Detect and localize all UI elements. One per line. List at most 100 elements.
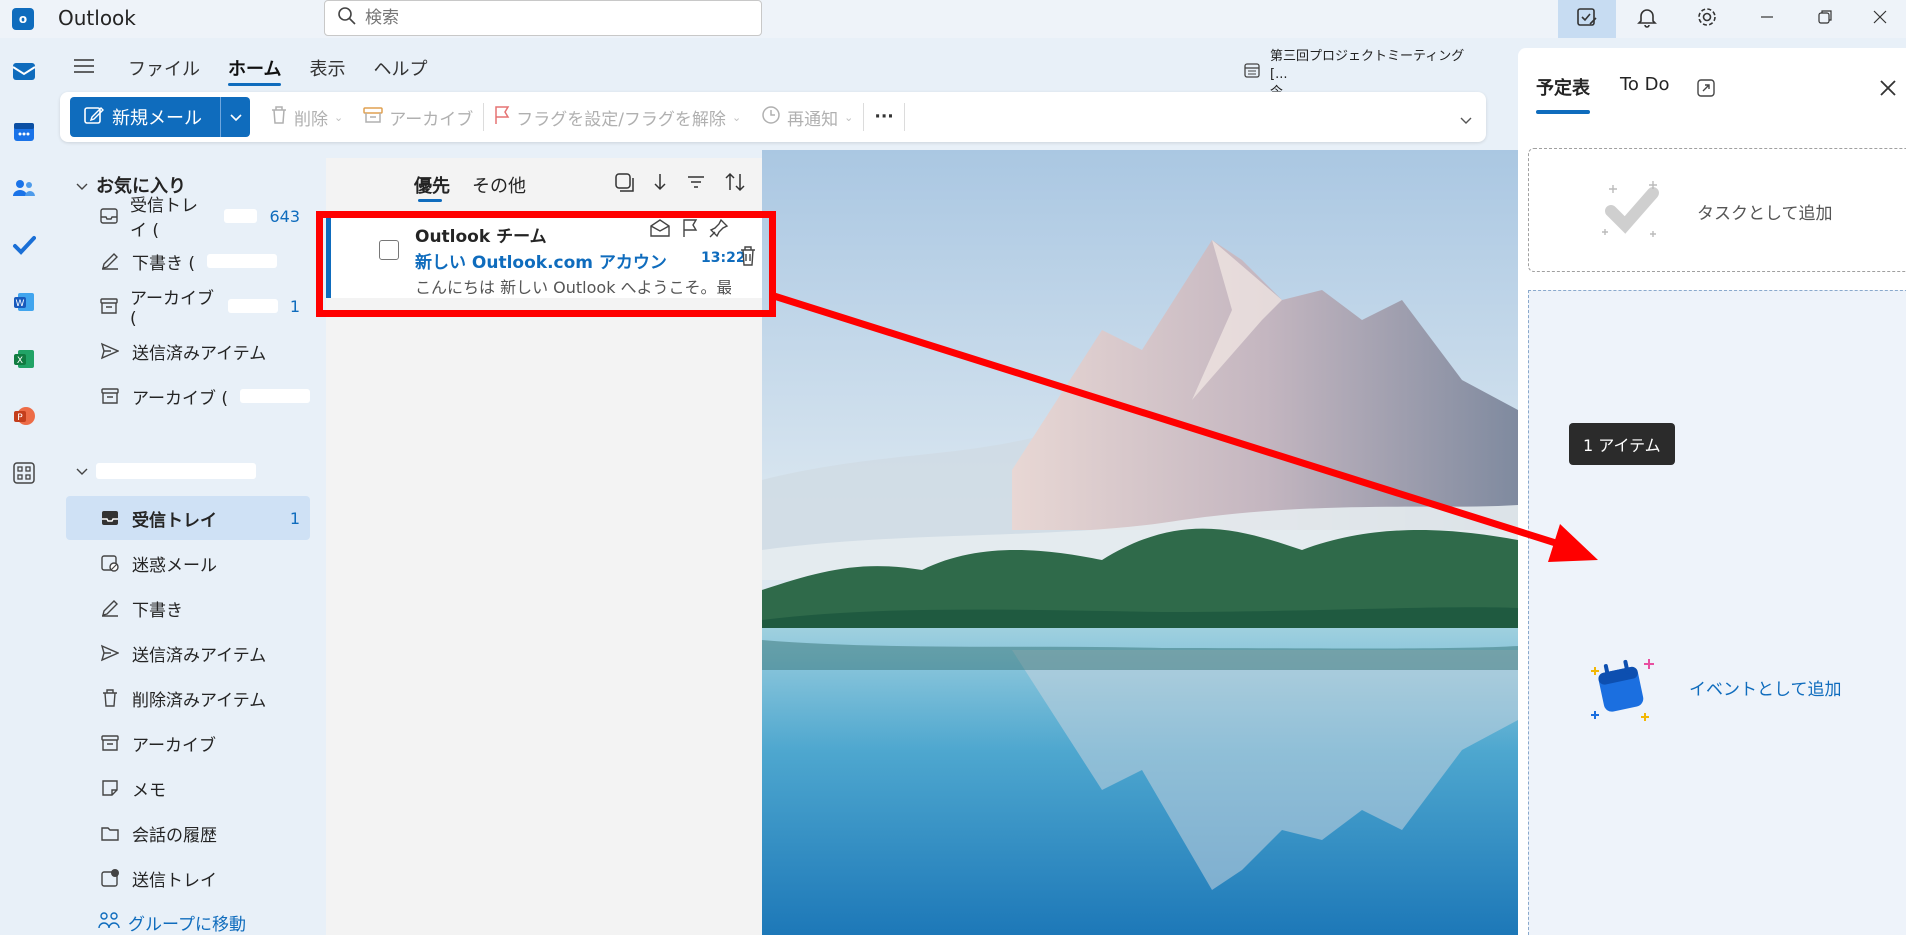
flag-label: フラグを設定/フラグを解除 [516, 109, 726, 130]
folder-label: 送信トレイ [132, 870, 217, 891]
word-icon: W [12, 290, 36, 319]
todo-app-button[interactable] [8, 231, 40, 263]
favorite-sent[interactable]: 送信済みアイテム [66, 329, 310, 373]
tab-todo[interactable]: To Do [1620, 74, 1670, 114]
more-apps-button[interactable] [8, 459, 40, 491]
popout-icon[interactable] [1696, 78, 1716, 103]
calendar-small-icon [1244, 62, 1260, 83]
mail-app-button[interactable] [8, 57, 40, 89]
settings-button[interactable] [1678, 0, 1736, 38]
redacted-account-name [96, 462, 256, 479]
folder-junk[interactable]: 迷惑メール [66, 541, 310, 585]
folder-sent[interactable]: 送信済みアイテム [66, 631, 310, 675]
minimize-button[interactable] [1738, 0, 1796, 38]
folder-pane: お気に入り 受信トレイ ( 643 下書き ( アーカイブ ( 1 送信済みアイ… [58, 158, 320, 935]
favorite-inbox[interactable]: 受信トレイ ( 643 [66, 194, 310, 241]
close-pane-icon[interactable] [1878, 78, 1898, 103]
ribbon-toolbar: 新規メール 削除 ⌄ アーカイブ フラグを設定/フラグを解除 ⌄ 再通知 ⌄ ·… [60, 92, 1486, 142]
chevron-down-icon [76, 175, 88, 196]
clock-icon [761, 105, 781, 130]
svg-text:P: P [17, 413, 23, 423]
tab-other[interactable]: その他 [472, 168, 526, 202]
sort-icon[interactable] [724, 172, 746, 197]
chevron-down-icon: ⌄ [731, 110, 742, 124]
outbox-icon [100, 868, 120, 888]
search-box[interactable] [324, 0, 762, 36]
tab-help[interactable]: ヘルプ [359, 48, 441, 88]
tab-home[interactable]: ホーム [214, 48, 295, 88]
hamburger-button[interactable] [58, 48, 114, 88]
gear-icon [1696, 6, 1718, 33]
inbox-icon [100, 508, 120, 528]
new-mail-dropdown[interactable] [220, 97, 250, 137]
unread-count: 643 [269, 206, 300, 226]
my-day-button[interactable] [1558, 0, 1616, 38]
calendar-app-button[interactable] [8, 117, 40, 149]
select-mode-icon[interactable] [614, 172, 634, 197]
folder-notes[interactable]: メモ [66, 766, 310, 810]
delete-label: 削除 [294, 109, 328, 130]
tab-focused[interactable]: 優先 [414, 168, 450, 202]
trash-icon [270, 105, 288, 130]
add-as-event-label: イベントとして追加 [1689, 680, 1842, 700]
restore-icon [1817, 9, 1833, 30]
favorite-archive-2[interactable]: アーカイブ ( [66, 374, 310, 418]
calendar-icon [12, 119, 36, 148]
meeting-reminder[interactable]: 第三回プロジェクトミーティング [... 今 [1244, 48, 1484, 100]
folder-archive[interactable]: アーカイブ [66, 721, 310, 765]
notifications-button[interactable] [1618, 0, 1676, 38]
close-window-button[interactable] [1854, 0, 1906, 38]
calendar-check-icon [1576, 6, 1598, 33]
send-icon [100, 643, 120, 663]
folder-label: 下書き ( [132, 253, 196, 274]
side-pane: 予定表 To Do タスクとして追加 1 アイテム イベントとして追加 [1518, 48, 1906, 935]
delete-button[interactable]: 削除 ⌄ [260, 97, 353, 137]
snooze-button[interactable]: 再通知 ⌄ [751, 97, 863, 137]
close-icon [1872, 9, 1888, 30]
search-input[interactable] [365, 8, 745, 28]
excel-icon: X [12, 347, 36, 376]
account-header[interactable] [76, 460, 256, 481]
flag-button[interactable]: フラグを設定/フラグを解除 ⌄ [484, 97, 751, 137]
favorite-drafts[interactable]: 下書き ( [66, 239, 310, 283]
folder-label: 下書き [132, 600, 183, 621]
favorite-archive[interactable]: アーカイブ ( 1 [66, 284, 310, 329]
chevron-down-icon: ⌄ [334, 110, 344, 124]
more-options-button[interactable]: ··· [864, 97, 903, 137]
restore-button[interactable] [1796, 0, 1854, 38]
compose-icon [84, 105, 104, 130]
folder-deleted[interactable]: 削除済みアイテム [66, 676, 310, 720]
chevron-down-icon [76, 460, 88, 481]
tab-calendar[interactable]: 予定表 [1536, 74, 1590, 114]
add-as-event-dropzone[interactable]: 1 アイテム イベントとして追加 [1528, 290, 1906, 935]
folder-conversation-history[interactable]: 会話の履歴 [66, 811, 310, 855]
reminder-title: 第三回プロジェクトミーティング [... [1270, 49, 1465, 82]
redacted-text [207, 254, 278, 268]
add-as-task-dropzone[interactable]: タスクとして追加 [1528, 148, 1906, 272]
tab-view[interactable]: 表示 [295, 48, 359, 88]
word-app-button[interactable]: W [8, 288, 40, 320]
excel-app-button[interactable]: X [8, 345, 40, 377]
powerpoint-app-button[interactable]: P [8, 402, 40, 434]
folder-label: アーカイブ ( [130, 288, 214, 329]
trash-icon [100, 688, 120, 708]
new-mail-label: 新規メール [112, 108, 202, 129]
archive-button[interactable]: アーカイブ [353, 97, 483, 137]
expand-ribbon-icon[interactable] [1460, 110, 1472, 130]
folder-drafts[interactable]: 下書き [66, 586, 310, 630]
new-mail-button[interactable]: 新規メール [70, 97, 220, 137]
folder-label: アーカイブ [132, 735, 216, 756]
filter-icon[interactable] [686, 172, 706, 197]
redacted-text [223, 209, 258, 223]
folder-icon [100, 823, 120, 843]
inbox-icon [100, 206, 118, 226]
tab-file[interactable]: ファイル [114, 48, 214, 88]
folder-outbox[interactable]: 送信トレイ [66, 856, 310, 900]
jump-down-icon[interactable] [652, 172, 668, 197]
folder-label: 受信トレイ [132, 510, 217, 531]
folder-inbox[interactable]: 受信トレイ 1 [66, 496, 310, 540]
people-app-button[interactable] [8, 174, 40, 206]
pencil-icon [100, 251, 120, 271]
people-icon [12, 176, 36, 205]
go-to-groups-link[interactable]: グループに移動 [98, 910, 246, 935]
